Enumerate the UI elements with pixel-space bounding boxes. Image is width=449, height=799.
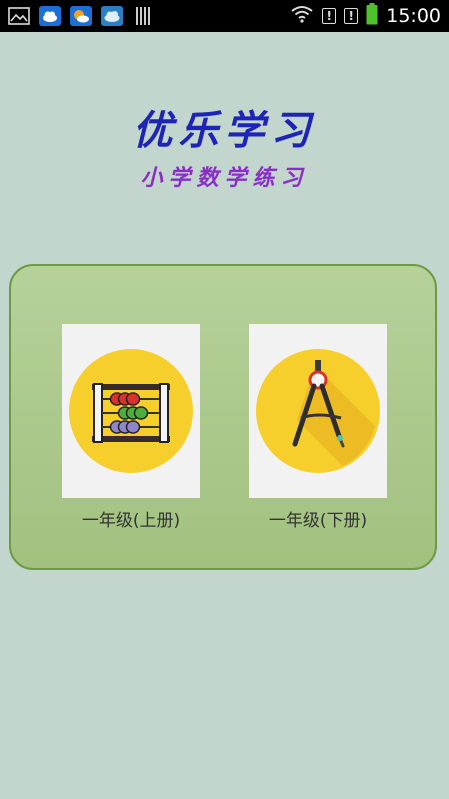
system-status: ! ! 15:00 bbox=[290, 0, 441, 32]
cloud-icon bbox=[101, 6, 123, 26]
status-bar: ! ! 15:00 bbox=[0, 0, 449, 32]
alert-icon: ! bbox=[322, 8, 337, 24]
grade-card-label[interactable]: 一年级(下册) bbox=[249, 506, 387, 531]
grade-card-label[interactable]: 一年级(上册) bbox=[62, 506, 200, 531]
compass-icon bbox=[256, 349, 380, 473]
alert-icon: ! bbox=[344, 8, 359, 24]
app-subtitle: 小学数学练习 bbox=[140, 165, 309, 191]
weather-sun-icon bbox=[70, 6, 92, 26]
grade-card-second-semester[interactable]: 一年级(下册) bbox=[249, 324, 387, 531]
weather-cloud-icon bbox=[39, 6, 61, 26]
barcode-icon bbox=[132, 6, 154, 26]
app-title: 优乐学习 bbox=[132, 107, 317, 154]
clock: 15:00 bbox=[386, 5, 441, 27]
grade-card-first-semester[interactable]: 一年级(上册) bbox=[62, 324, 200, 531]
abacus-icon bbox=[69, 349, 193, 473]
notification-icons bbox=[8, 6, 154, 26]
grade-card-image[interactable] bbox=[62, 324, 200, 498]
gallery-icon bbox=[8, 6, 30, 26]
grade-card-image[interactable] bbox=[249, 324, 387, 498]
battery-icon bbox=[366, 3, 378, 29]
grade-panel: 一年级(上册) 一年级(下册) bbox=[9, 264, 437, 570]
wifi-icon bbox=[290, 5, 314, 27]
